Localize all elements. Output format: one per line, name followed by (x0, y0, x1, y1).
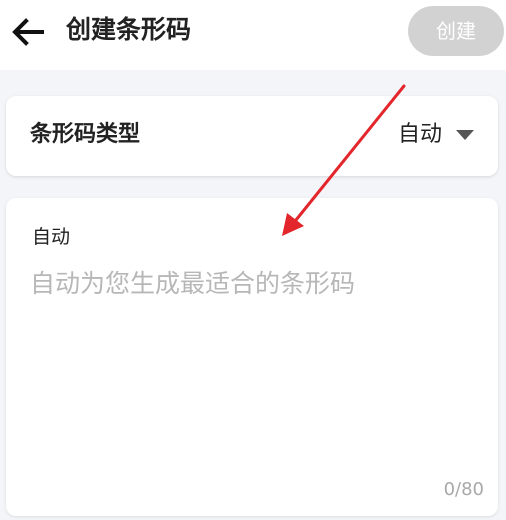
barcode-content-input[interactable] (30, 266, 474, 466)
barcode-type-card[interactable]: 条形码类型 自动 (6, 96, 498, 176)
page-title: 创建条形码 (66, 15, 192, 44)
content-label: 自动 (32, 226, 71, 248)
barcode-content-card: 自动 0/80 (6, 198, 498, 516)
barcode-type-dropdown[interactable]: 自动 (398, 118, 474, 152)
caret-down-icon (456, 130, 474, 140)
arrow-left-icon (12, 18, 44, 46)
app-header: 创建条形码 创建 (0, 0, 506, 70)
character-counter: 0/80 (443, 479, 484, 500)
create-button[interactable]: 创建 (408, 6, 504, 56)
barcode-type-label: 条形码类型 (30, 122, 141, 147)
back-button[interactable] (8, 14, 48, 50)
create-barcode-page: 创建条形码 创建 条形码类型 自动 自动 0/80 (0, 0, 506, 520)
barcode-type-value: 自动 (397, 122, 442, 147)
